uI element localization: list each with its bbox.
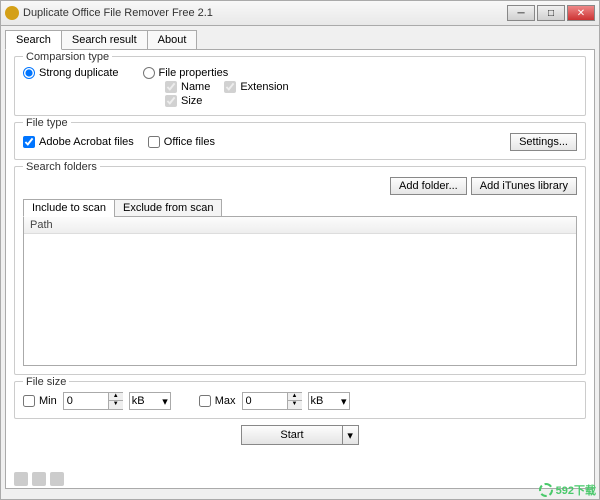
extension-checkbox: Extension	[224, 81, 288, 93]
name-checkbox: Name	[165, 81, 210, 93]
path-list[interactable]: Path	[23, 216, 577, 366]
start-button[interactable]: Start	[241, 425, 342, 445]
max-unit-label: kB	[311, 395, 324, 407]
titlebar: Duplicate Office File Remover Free 2.1 ─…	[0, 0, 600, 26]
min-checkbox[interactable]: Min	[23, 395, 57, 407]
min-unit-label: kB	[132, 395, 145, 407]
social-icon[interactable]	[14, 472, 28, 486]
min-cb-input[interactable]	[23, 395, 35, 407]
file-properties-input[interactable]	[143, 67, 155, 79]
watermark: 592下载	[539, 482, 596, 498]
window-title: Duplicate Office File Remover Free 2.1	[23, 7, 507, 19]
filetype-legend: File type	[23, 117, 71, 129]
strong-duplicate-label: Strong duplicate	[39, 67, 119, 79]
file-properties-radio[interactable]: File properties	[143, 67, 229, 79]
minimize-button[interactable]: ─	[507, 5, 535, 21]
watermark-text: 592下载	[556, 482, 596, 498]
status-icons	[14, 472, 64, 486]
add-folder-button[interactable]: Add folder...	[390, 177, 467, 195]
max-cb-input[interactable]	[199, 395, 211, 407]
max-spinner[interactable]: ▲▼	[242, 392, 302, 410]
file-type-group: File type Adobe Acrobat files Office fil…	[14, 122, 586, 160]
path-column-header[interactable]: Path	[24, 217, 576, 234]
extension-cb-label: Extension	[240, 81, 288, 93]
include-tab[interactable]: Include to scan	[23, 199, 115, 217]
comparison-legend: Comparsion type	[23, 51, 112, 63]
start-row: Start ▾	[14, 425, 586, 445]
strong-duplicate-radio[interactable]: Strong duplicate	[23, 67, 119, 79]
acrobat-cb-input[interactable]	[23, 136, 35, 148]
settings-button[interactable]: Settings...	[510, 133, 577, 151]
file-properties-label: File properties	[159, 67, 229, 79]
tab-about[interactable]: About	[147, 30, 198, 50]
min-unit-select[interactable]: kB ▾	[129, 392, 171, 410]
watermark-icon	[539, 483, 553, 497]
chevron-down-icon: ▾	[162, 395, 168, 408]
chevron-down-icon: ▾	[341, 395, 347, 408]
office-cb-input[interactable]	[148, 136, 160, 148]
social-icon[interactable]	[50, 472, 64, 486]
office-cb-label: Office files	[164, 136, 215, 148]
max-checkbox[interactable]: Max	[199, 395, 236, 407]
tab-content: Comparsion type Strong duplicate File pr…	[5, 49, 595, 489]
min-input[interactable]	[64, 393, 108, 409]
window-buttons: ─ □ ✕	[507, 5, 595, 21]
size-checkbox: Size	[165, 95, 202, 107]
max-spin-up[interactable]: ▲	[288, 393, 302, 401]
acrobat-cb-label: Adobe Acrobat files	[39, 136, 134, 148]
office-checkbox[interactable]: Office files	[148, 136, 215, 148]
window-body: Search Search result About Comparsion ty…	[0, 26, 600, 500]
min-spinner[interactable]: ▲▼	[63, 392, 123, 410]
close-button[interactable]: ✕	[567, 5, 595, 21]
max-spin-down[interactable]: ▼	[288, 401, 302, 409]
file-size-group: File size Min ▲▼ kB ▾ Max	[14, 381, 586, 419]
max-input[interactable]	[243, 393, 287, 409]
search-folders-group: Search folders Add folder... Add iTunes …	[14, 166, 586, 375]
max-unit-select[interactable]: kB ▾	[308, 392, 350, 410]
tab-search-result[interactable]: Search result	[61, 30, 148, 50]
strong-duplicate-input[interactable]	[23, 67, 35, 79]
filesize-legend: File size	[23, 376, 69, 388]
main-tabs: Search Search result About	[5, 30, 595, 50]
min-label: Min	[39, 395, 57, 407]
min-spin-up[interactable]: ▲	[109, 393, 123, 401]
size-cb-input	[165, 95, 177, 107]
name-cb-input	[165, 81, 177, 93]
extension-cb-input	[224, 81, 236, 93]
add-itunes-button[interactable]: Add iTunes library	[471, 177, 577, 195]
maximize-button[interactable]: □	[537, 5, 565, 21]
folder-tabs: Include to scan Exclude from scan	[23, 199, 577, 217]
social-icon[interactable]	[32, 472, 46, 486]
name-cb-label: Name	[181, 81, 210, 93]
size-cb-label: Size	[181, 95, 202, 107]
comparison-type-group: Comparsion type Strong duplicate File pr…	[14, 56, 586, 116]
max-label: Max	[215, 395, 236, 407]
folders-legend: Search folders	[23, 161, 100, 173]
tab-search[interactable]: Search	[5, 30, 62, 50]
min-spin-down[interactable]: ▼	[109, 401, 123, 409]
start-dropdown[interactable]: ▾	[343, 425, 359, 445]
acrobat-checkbox[interactable]: Adobe Acrobat files	[23, 136, 134, 148]
exclude-tab[interactable]: Exclude from scan	[114, 199, 222, 217]
app-icon	[5, 6, 19, 20]
